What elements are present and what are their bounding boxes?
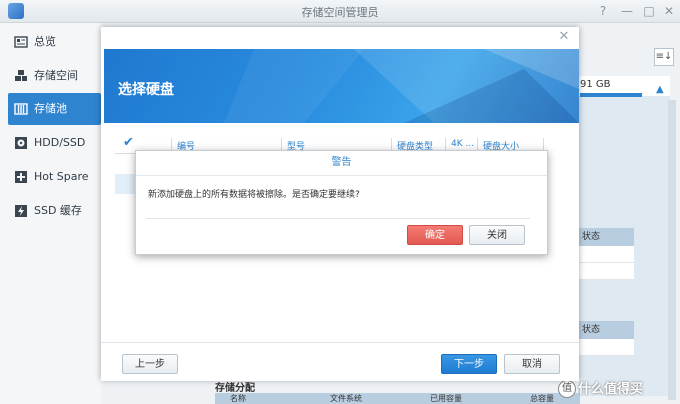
- cancel-button[interactable]: 取消: [504, 354, 560, 374]
- header-pattern: [224, 49, 579, 123]
- collapse-icon[interactable]: ▲: [656, 84, 664, 95]
- hot-spare-icon: [15, 171, 27, 183]
- help-icon[interactable]: ?: [594, 2, 612, 20]
- minimize-icon[interactable]: —: [618, 2, 636, 20]
- sidebar-item-overview[interactable]: 总览: [8, 26, 101, 58]
- column-header: 文件系统: [330, 394, 362, 403]
- dialog-topbar: [101, 27, 579, 49]
- back-button[interactable]: 上一步: [122, 354, 178, 374]
- column-header: 已用容量: [430, 394, 462, 403]
- table-row: [578, 263, 634, 280]
- table-row: [578, 339, 634, 356]
- warning-dialog: 警告 新添加硬盘上的所有数据将被擦除。是否确定要继续? 确定 关闭: [135, 150, 548, 255]
- capacity-text: 91 GB: [580, 79, 611, 90]
- capacity-bar: [580, 93, 642, 97]
- dialog-header: 选择硬盘: [104, 49, 579, 123]
- watermark-text: 什么值得买: [578, 382, 644, 397]
- sidebar-item-label: HDD/SSD: [34, 136, 86, 149]
- storage-icon: [15, 70, 27, 81]
- confirm-button[interactable]: 确定: [407, 225, 463, 245]
- sidebar-item-label: Hot Spare: [34, 170, 89, 183]
- ssd-cache-icon: [15, 205, 27, 217]
- table-row: [578, 246, 634, 263]
- divider: [146, 218, 530, 219]
- warning-message: 新添加硬盘上的所有数据将被擦除。是否确定要继续?: [148, 190, 360, 200]
- sidebar-item-label: 总览: [34, 35, 56, 48]
- sidebar-item-label: SSD 缓存: [34, 204, 82, 217]
- close-window-icon[interactable]: ✕: [660, 2, 678, 20]
- allocation-table-header: [215, 393, 580, 404]
- column-header: 名称: [230, 394, 246, 403]
- status-header: 状态: [578, 321, 634, 339]
- close-button[interactable]: 关闭: [469, 225, 525, 245]
- sidebar-item-storage[interactable]: 存储空间: [8, 60, 101, 92]
- column-header[interactable]: 4K ...: [451, 139, 474, 149]
- sidebar-item-storage-pool[interactable]: 存储池: [8, 93, 101, 125]
- sidebar: 总览 存储空间 存储池 HDD/SSD Hot Spare SSD 缓存: [0, 23, 101, 404]
- column-header: 总容量: [530, 394, 554, 403]
- sort-icon[interactable]: ≡↓: [654, 48, 674, 66]
- sidebar-item-hot-spare[interactable]: Hot Spare: [8, 161, 101, 193]
- sidebar-item-hdd-ssd[interactable]: HDD/SSD: [8, 127, 101, 159]
- maximize-icon[interactable]: □: [640, 2, 658, 20]
- dialog-title: 选择硬盘: [118, 82, 174, 98]
- sidebar-item-label: 存储空间: [34, 69, 78, 82]
- sidebar-item-ssd-cache[interactable]: SSD 缓存: [8, 195, 101, 227]
- sidebar-item-label: 存储池: [34, 102, 67, 115]
- warning-title: 警告: [136, 151, 547, 176]
- dialog-footer: 上一步 下一步 取消: [101, 342, 579, 381]
- next-button[interactable]: 下一步: [441, 354, 497, 374]
- status-header: 状态: [578, 228, 634, 246]
- close-icon[interactable]: ✕: [556, 29, 572, 45]
- watermark-logo: 值: [558, 380, 576, 398]
- disk-icon: [15, 137, 27, 149]
- overview-icon: [14, 36, 28, 48]
- storage-pool-icon: [14, 103, 28, 115]
- window-title: 存储空间管理员: [301, 6, 379, 19]
- section-title: 存储分配: [215, 383, 255, 394]
- scrollbar[interactable]: [668, 100, 676, 400]
